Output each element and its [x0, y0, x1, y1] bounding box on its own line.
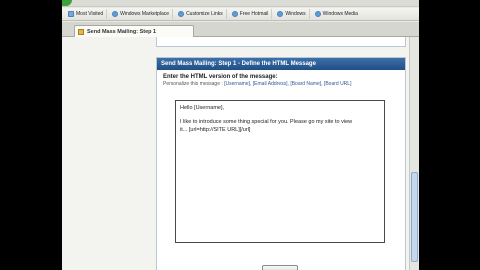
ie-icon	[112, 11, 119, 17]
ie-icon	[314, 11, 321, 17]
left-sidebar	[62, 37, 152, 270]
editor-line: Hello [Username],	[180, 105, 225, 111]
next-button[interactable]	[262, 265, 298, 270]
browser-window: Most Visited Windows Marketplace Customi…	[62, 0, 419, 270]
favorite-label: Windows Media	[322, 11, 358, 17]
favorite-free-hotmail[interactable]: Free Hotmail	[229, 9, 273, 19]
favorite-label: Free Hotmail	[239, 11, 269, 17]
title-strip	[62, 0, 419, 7]
panel-body: Enter the HTML version of the message: P…	[157, 70, 405, 91]
editor-line: I like to introduce some thing special f…	[180, 118, 353, 125]
page-icon	[78, 28, 84, 35]
tab-send-mass-mailing[interactable]: Send Mass Mailing: Step 1	[74, 25, 194, 37]
favorite-customize-links[interactable]: Customize Links	[175, 9, 227, 19]
message-prompt-label: Enter the HTML version of the message:	[163, 74, 278, 80]
favorite-label: Customize Links	[186, 11, 223, 17]
ie-icon	[277, 11, 284, 17]
personalize-line: Personalize this message : [Username], […	[163, 81, 352, 87]
page-content: Send Mass Mailing: Step 1 - Define the H…	[62, 37, 419, 270]
favorite-label: Most Visited	[76, 11, 104, 17]
favorites-bar: Most Visited Windows Marketplace Customi…	[62, 8, 419, 21]
favorite-windows-marketplace[interactable]: Windows Marketplace	[109, 9, 174, 19]
tab-title: Send Mass Mailing: Step 1	[87, 28, 157, 35]
scrollbar-thumb[interactable]	[411, 172, 418, 262]
favorite-label: Windows Marketplace	[120, 11, 170, 17]
browser-logo-icon	[62, 0, 72, 6]
token-username[interactable]: [Username]	[224, 81, 250, 87]
panel-header: Send Mass Mailing: Step 1 - Define the H…	[157, 58, 405, 70]
favorite-windows-media[interactable]: Windows Media	[312, 9, 361, 19]
editor-line: it... [url=http://SITE URL][/url]	[180, 126, 251, 133]
html-message-textarea[interactable]: Hello [Username], I like to introduce so…	[175, 100, 385, 243]
previous-panel	[156, 37, 406, 47]
favorite-most-visited[interactable]: Most Visited	[65, 9, 108, 19]
vertical-scrollbar[interactable]	[409, 37, 419, 270]
favorite-label: Windows	[285, 11, 306, 17]
ie-icon	[178, 11, 185, 17]
token-board-url[interactable]: [Board URL]	[324, 81, 352, 87]
ie-icon	[231, 11, 238, 17]
favorite-windows[interactable]: Windows	[274, 9, 310, 19]
html-message-panel: Send Mass Mailing: Step 1 - Define the H…	[156, 57, 406, 270]
token-email-address[interactable]: [Email Address]	[253, 81, 288, 87]
personalize-prefix: Personalize this message :	[163, 81, 223, 87]
folder-icon	[68, 11, 74, 17]
tab-bar: Send Mass Mailing: Step 1	[62, 22, 419, 37]
token-board-name[interactable]: [Board Name]	[290, 81, 321, 87]
